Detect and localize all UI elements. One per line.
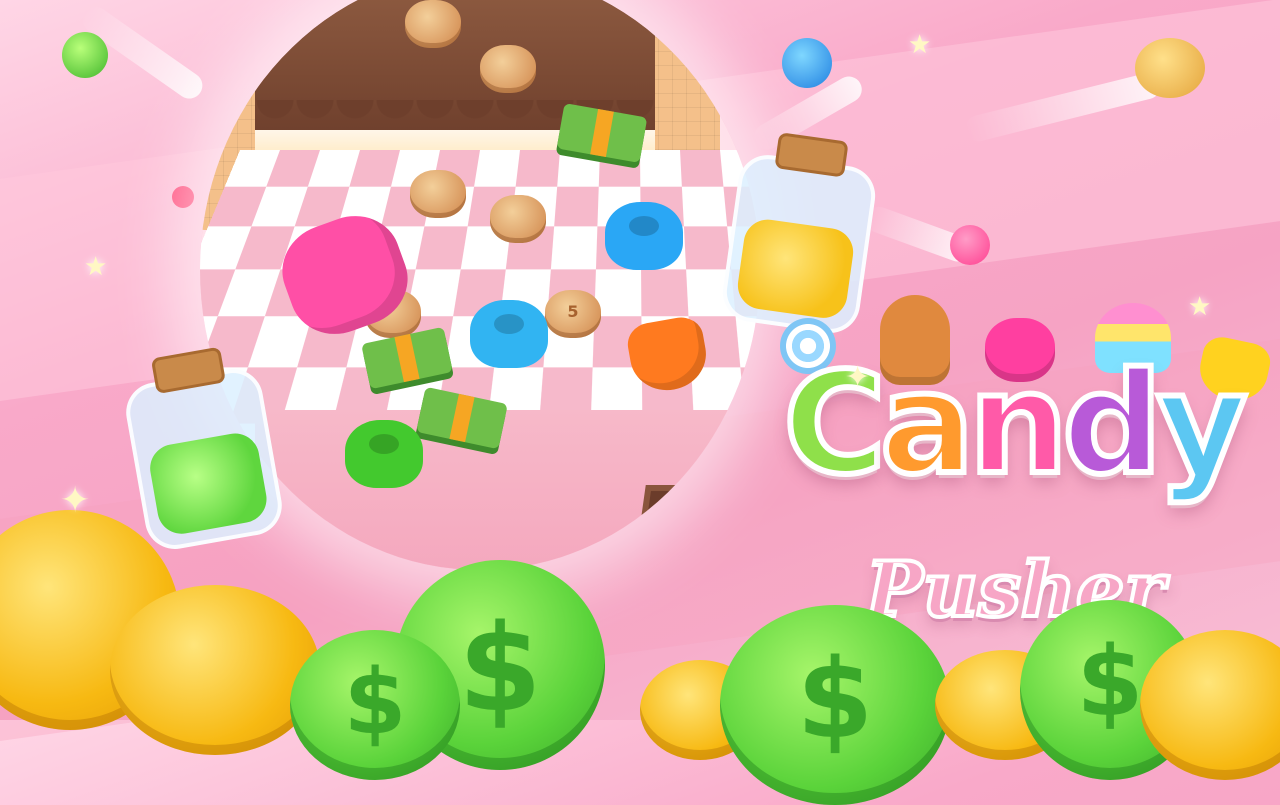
sparkle-star-icon: ✦	[845, 360, 871, 395]
flying-cookie	[1135, 38, 1205, 98]
green-jelly-candy	[345, 420, 423, 488]
dollar-icon: $	[343, 650, 407, 755]
dollar-icon: $	[796, 635, 874, 763]
green-dollar-coin: $	[720, 605, 950, 805]
blue-jelly-candy	[605, 202, 683, 270]
sparkle-star-icon: ★	[1188, 292, 1212, 322]
jar-coins	[146, 429, 271, 538]
cookie-candy	[490, 195, 546, 243]
sparkle-star-icon: ✦	[60, 480, 91, 521]
cookie-candy: 5	[545, 290, 601, 338]
cookie-candy	[410, 170, 466, 218]
title-letter: d	[1059, 343, 1165, 506]
pusher-board: 5	[200, 0, 760, 570]
cookie-candy	[405, 0, 461, 48]
cookie-number: 5	[567, 302, 579, 321]
sparkle-star-icon: ★	[908, 30, 932, 60]
title-letter: y	[1153, 343, 1250, 506]
drop-slot-box	[634, 485, 760, 567]
jar-coins	[734, 216, 857, 321]
title-letter: a	[877, 343, 978, 506]
flying-candy-ball	[782, 38, 832, 88]
gold-coin	[110, 585, 320, 755]
gold-coin-jar	[718, 132, 880, 337]
green-dollar-coin: $	[290, 630, 460, 780]
sparkle-star-icon: ★	[84, 252, 108, 282]
blue-jelly-candy	[470, 300, 548, 368]
game-title: Candy	[745, 343, 1280, 506]
green-coin-jar	[121, 346, 287, 554]
title-letter: n	[966, 343, 1072, 506]
flying-candy-ball	[62, 32, 108, 78]
cookie-candy	[480, 45, 536, 93]
flying-candy-ball	[172, 186, 194, 208]
flying-candy-ball	[950, 225, 990, 265]
